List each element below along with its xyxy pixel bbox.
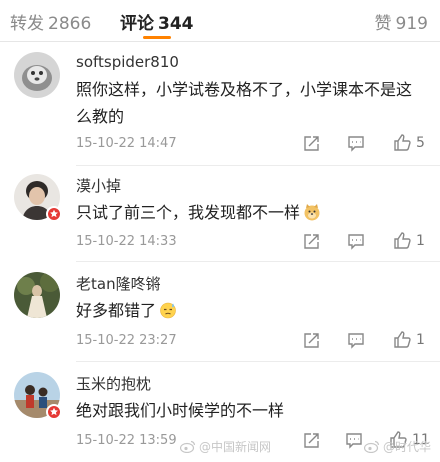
comment-text: 照你这样，小学试卷及格不了，小学课本不是这么教的 (76, 80, 413, 126)
comment-text: 绝对跟我们小时候学的不一样 (76, 401, 285, 420)
comment-timestamp: 15-10-22 23:27 (76, 333, 177, 348)
tab-reposts-count: 2866 (48, 14, 92, 34)
comment-icon (348, 234, 364, 250)
comment-text-content: 只试了前三个，我发现都不一样 (76, 203, 301, 222)
comment-item: 老tan隆咚锵 好多都错了 15-10-22 23:27 1 (0, 262, 440, 362)
repost-button[interactable] (303, 332, 320, 349)
comment-icon (346, 433, 362, 449)
sweat-emoji (159, 300, 177, 327)
comment-timestamp: 15-10-22 13:59 (76, 433, 177, 448)
comment-text: 好多都错了 (76, 297, 420, 327)
verified-badge-icon (50, 407, 58, 416)
tab-reposts[interactable]: 转发 2866 (10, 9, 91, 34)
reply-button[interactable] (347, 332, 365, 349)
repost-button[interactable] (303, 432, 320, 449)
reply-button[interactable] (347, 233, 365, 250)
weibo-logo-icon (180, 440, 196, 453)
verified-badge (46, 404, 62, 420)
like-count: 1 (416, 232, 425, 249)
comment-text: 只试了前三个，我发现都不一样 (76, 199, 420, 229)
comment-text-content: 好多都错了 (76, 301, 157, 320)
watermark-left-text: @中国新闻网 (199, 440, 272, 454)
tab-likes-count: 919 (395, 14, 428, 34)
repost-icon (304, 136, 319, 151)
tab-reposts-label: 转发 (10, 14, 44, 34)
comment-item: softspider810 照你这样，小学试卷及格不了，小学课本不是这么教的 1… (0, 42, 440, 166)
comment-timestamp: 15-10-22 14:33 (76, 234, 177, 249)
reply-button[interactable] (345, 432, 363, 449)
watermark-right: @时代华 (364, 438, 431, 455)
verified-badge (46, 206, 62, 222)
avatar[interactable] (14, 52, 60, 98)
comment-item: 漠小掉 只试了前三个，我发现都不一样 15-10-22 14:33 1 (0, 166, 440, 262)
like-button[interactable]: 5 (393, 133, 425, 152)
repost-icon (304, 433, 319, 448)
like-count: 1 (416, 331, 425, 348)
comment-icon (348, 136, 364, 152)
comment-username[interactable]: 老tan隆咚锵 (76, 273, 161, 294)
repost-button[interactable] (303, 233, 320, 250)
tab-comments[interactable]: 评论 344 (120, 9, 194, 34)
comment-tabs-bar: 转发 2866 评论 344 赞 919 (0, 0, 440, 42)
tab-likes-label: 赞 (374, 14, 392, 34)
repost-icon (304, 333, 319, 348)
like-count: 5 (416, 134, 425, 151)
active-tab-indicator (143, 36, 171, 39)
like-icon (394, 134, 411, 151)
like-button[interactable]: 1 (393, 231, 425, 250)
comment-username[interactable]: 玉米的抱枕 (76, 373, 151, 394)
tab-comments-label: 评论 (120, 14, 154, 34)
avatar[interactable] (14, 272, 60, 318)
tab-likes[interactable]: 赞 919 (375, 9, 428, 34)
repost-icon (304, 234, 319, 249)
comment-username[interactable]: softspider810 (76, 53, 179, 71)
reply-button[interactable] (347, 135, 365, 152)
like-icon (394, 232, 411, 249)
repost-button[interactable] (303, 135, 320, 152)
comment-timestamp: 15-10-22 14:47 (76, 136, 177, 151)
verified-badge-icon (50, 209, 58, 218)
weibo-logo-icon (364, 440, 380, 453)
like-button[interactable]: 1 (393, 330, 425, 349)
tab-comments-count: 344 (158, 14, 194, 34)
comment-username[interactable]: 漠小掉 (76, 175, 121, 196)
doge-emoji (303, 202, 321, 229)
watermark-left: @中国新闻网 (180, 438, 271, 455)
comment-icon (348, 333, 364, 349)
like-icon (394, 331, 411, 348)
watermark-right-text: @时代华 (383, 440, 432, 454)
